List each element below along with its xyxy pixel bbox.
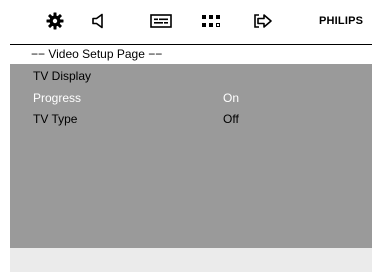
menu-item-tv-display[interactable]: TV Display	[33, 69, 91, 83]
menu-item-progress-value[interactable]: On	[223, 91, 239, 105]
menu-item-tv-type[interactable]: TV Type	[33, 112, 77, 126]
page-title: −− Video Setup Page −−	[31, 47, 163, 61]
brand-logo: PHILIPS	[319, 15, 364, 27]
subtitle-icon[interactable]	[148, 9, 174, 33]
menu-item-tv-type-value[interactable]: Off	[223, 112, 239, 126]
settings-panel: TV Display Progress On TV Type Off	[10, 64, 372, 248]
page-header: −− Video Setup Page −−	[10, 45, 372, 64]
gear-icon[interactable]	[42, 9, 68, 33]
footer-bar	[10, 248, 372, 272]
speaker-icon[interactable]	[86, 9, 112, 33]
preference-icon[interactable]	[198, 9, 224, 33]
menu-item-progress[interactable]: Progress	[33, 91, 81, 105]
exit-icon[interactable]	[250, 9, 276, 33]
top-toolbar: PHILIPS	[10, 0, 372, 44]
